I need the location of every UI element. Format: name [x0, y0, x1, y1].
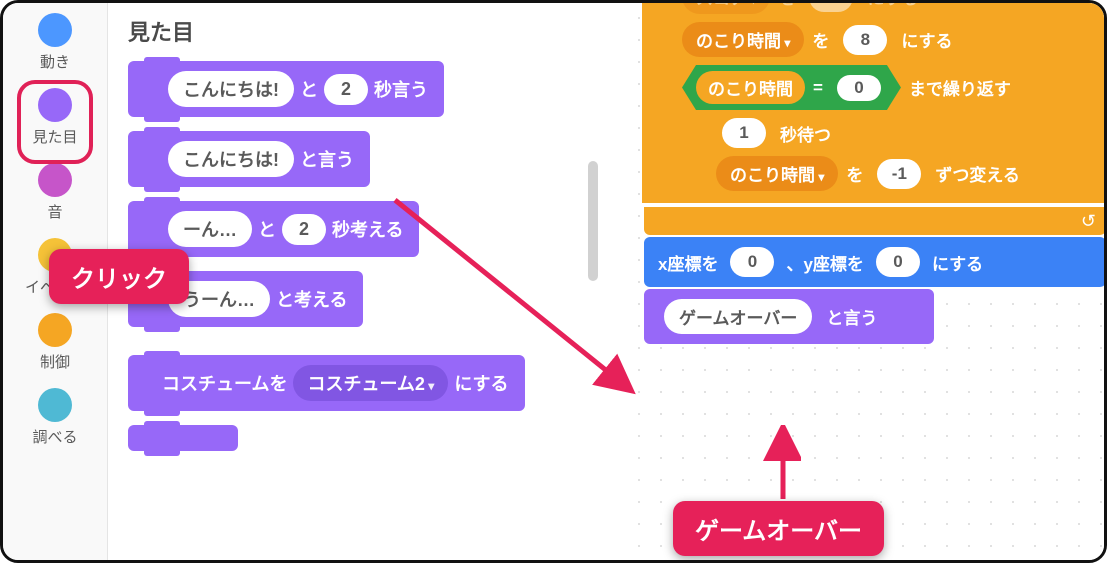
block-text: と [300, 76, 318, 102]
block-text: にする [867, 0, 918, 9]
callout-click: クリック [49, 249, 189, 304]
block-text: 秒考える [332, 216, 403, 242]
block-text: にする [901, 27, 952, 52]
text-input[interactable]: ーん… [168, 211, 252, 247]
sensing-dot-icon [38, 388, 72, 422]
category-sound[interactable]: 音 [3, 153, 107, 228]
block-text: = [813, 78, 823, 98]
selection-ring [17, 80, 93, 164]
number-input[interactable]: 2 [324, 74, 368, 105]
control-dot-icon [38, 313, 72, 347]
block-text: まで繰り返す [909, 75, 1011, 100]
number-input[interactable]: 0 [730, 247, 774, 277]
block-set-variable[interactable]: のこり時間 を 8 にする [682, 18, 1094, 61]
number-input[interactable]: 2 [282, 214, 326, 245]
block-text: と言う [300, 146, 354, 172]
block-text: ずつ変える [935, 161, 1020, 186]
block-text: と考える [276, 286, 347, 312]
category-control[interactable]: 制御 [3, 303, 107, 378]
block-wait[interactable]: 1 秒待つ [716, 114, 1094, 152]
block-text: 秒言う [374, 76, 428, 102]
sound-dot-icon [38, 163, 72, 197]
palette-title: 見た目 [128, 3, 604, 61]
block-say-gameover[interactable]: ゲームオーバー と言う [644, 289, 934, 344]
category-label: 動き [40, 51, 70, 72]
condition-equals[interactable]: のこり時間 = 0 [682, 65, 901, 110]
var-reporter[interactable]: のこり時間 [696, 71, 805, 104]
block-text: を [812, 27, 829, 52]
block-say-for-secs[interactable]: こんにちは! と 2 秒言う [128, 61, 604, 117]
text-input[interactable]: こんにちは! [168, 141, 294, 177]
category-label: 音 [47, 201, 62, 222]
number-input[interactable]: 0 [809, 0, 853, 12]
number-input[interactable]: 1 [722, 118, 766, 148]
category-motion[interactable]: 動き [3, 3, 107, 78]
app-window: 動き 見た目 音 イベント 制御 調べる 見た目 こんにちは! [0, 0, 1107, 563]
block-goto-xy[interactable]: x座標を 0 、y座標を 0 にする [644, 237, 1106, 287]
category-looks[interactable]: 見た目 [3, 78, 107, 153]
category-sensing[interactable]: 調べる [3, 378, 107, 453]
loop-end: ↺ [644, 207, 1106, 235]
text-input[interactable]: こんにちは! [168, 71, 294, 107]
loop-arrow-icon: ↺ [1081, 211, 1096, 232]
block-text: と [258, 216, 276, 242]
block-change-variable[interactable]: のこり時間 を -1 ずつ変える [716, 152, 1094, 195]
number-input[interactable]: 0 [876, 247, 920, 277]
block-text: 、y座標を [786, 250, 863, 275]
text-input[interactable]: ゲームオーバー [664, 299, 812, 334]
category-label: 制御 [40, 351, 70, 372]
block-text: x座標を [658, 250, 718, 275]
script-workspace[interactable]: スコア を 0 にする のこり時間 を 8 にする のこり時間 = 0 [624, 3, 1104, 560]
block-text: にする [454, 370, 508, 396]
var-dropdown[interactable]: スコア [682, 0, 770, 14]
block-switch-costume[interactable]: コスチュームを コスチューム2 にする [128, 355, 604, 411]
block-text: を [778, 0, 795, 9]
number-input[interactable]: 8 [843, 25, 887, 55]
var-dropdown[interactable]: のこり時間 [716, 156, 838, 191]
block-think[interactable]: うーん… と考える [128, 271, 604, 327]
motion-dot-icon [38, 13, 72, 47]
category-label: 調べる [32, 426, 77, 447]
costume-dropdown[interactable]: コスチューム2 [293, 365, 448, 401]
callout-gameover: ゲームオーバー [673, 501, 884, 556]
number-input[interactable]: -1 [877, 159, 921, 189]
block-think-for-secs[interactable]: ーん… と 2 秒考える [128, 201, 604, 257]
scrollbar[interactable] [588, 161, 598, 281]
block-partial[interactable] [128, 425, 604, 451]
block-text: にする [932, 250, 983, 275]
block-say[interactable]: こんにちは! と言う [128, 131, 604, 187]
block-text: と言う [826, 304, 877, 329]
var-dropdown[interactable]: のこり時間 [682, 22, 804, 57]
block-text: 秒待つ [780, 121, 831, 146]
block-text: を [846, 161, 863, 186]
block-repeat-until[interactable]: のこり時間 = 0 まで繰り返す [682, 61, 1094, 114]
number-input[interactable]: 0 [837, 75, 881, 101]
block-text: コスチュームを [162, 370, 287, 396]
